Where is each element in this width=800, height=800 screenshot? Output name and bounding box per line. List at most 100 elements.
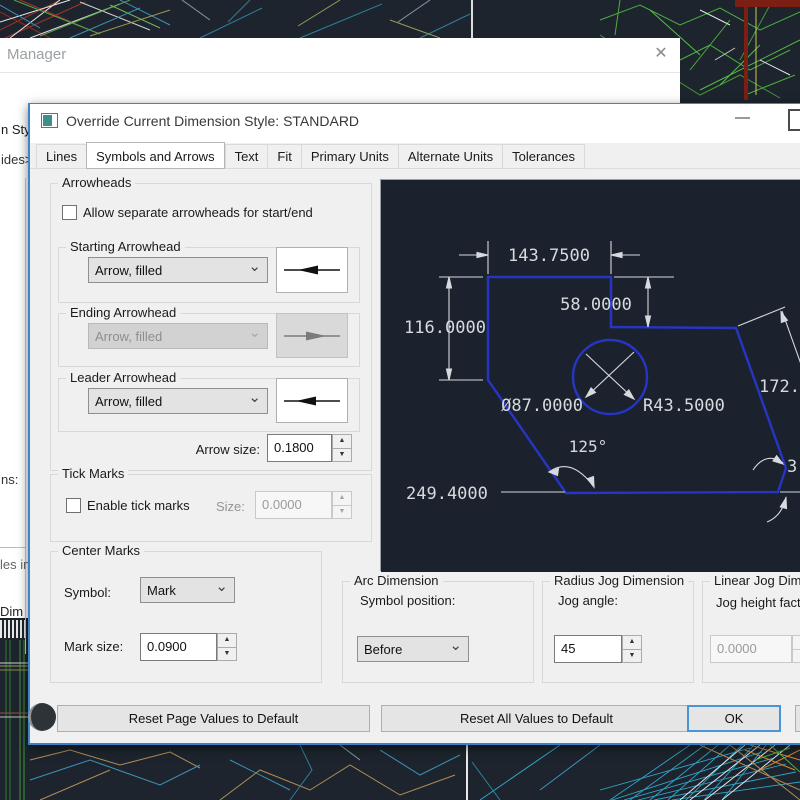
cancel-button-partial[interactable] xyxy=(795,705,800,732)
jog-height-label: Jog height fact xyxy=(716,595,800,610)
arrow-size-label: Arrow size: xyxy=(140,442,260,457)
starting-arrowhead-label: Starting Arrowhead xyxy=(66,239,185,254)
tab-fit[interactable]: Fit xyxy=(267,144,300,169)
leader-arrowhead-preview xyxy=(276,378,348,423)
manager-close-icon[interactable]: ✕ xyxy=(650,43,672,65)
starting-arrowhead-select[interactable]: Arrow, filled ⌄ xyxy=(88,257,268,283)
linear-jog-group-label: Linear Jog Dime xyxy=(710,573,800,588)
spin-down-button[interactable]: ▼ xyxy=(217,648,237,662)
tab-alternate-units[interactable]: Alternate Units xyxy=(398,144,502,169)
manager-title: Manager xyxy=(7,46,66,63)
center-marks-symbol-value: Mark xyxy=(147,583,176,598)
tick-size-label: Size: xyxy=(216,499,245,514)
dimension-preview-pane: 143.7500 116.0000 58.0000 Ø87.0000 R43.5… xyxy=(380,179,800,571)
starting-arrowhead-value: Arrow, filled xyxy=(95,263,162,278)
minimize-dash-icon xyxy=(735,117,750,119)
tick-marks-group-label: Tick Marks xyxy=(58,466,128,481)
manager-fragment-ns: ns: xyxy=(1,472,18,487)
leader-arrowhead-value: Arrow, filled xyxy=(95,394,162,409)
allow-separate-arrowheads-label: Allow separate arrowheads for start/end xyxy=(83,205,313,220)
tick-size-spinner: ▲ ▼ xyxy=(332,491,352,519)
leader-arrowhead-label: Leader Arrowhead xyxy=(66,370,180,385)
jog-angle-spinner: ▲ ▼ xyxy=(622,635,642,663)
spin-up-button[interactable]: ▲ xyxy=(622,635,642,650)
jog-angle-input[interactable]: 45 xyxy=(554,635,622,663)
autocad-screen: Manager ✕ n Style: STANDARD ides> ns: le… xyxy=(0,0,800,800)
leader-arrowhead-select[interactable]: Arrow, filled ⌄ xyxy=(88,388,268,414)
mark-size-input[interactable]: 0.0900 xyxy=(140,633,217,661)
spin-up-button[interactable]: ▲ xyxy=(217,633,237,648)
radius-jog-group-label: Radius Jog Dimension xyxy=(550,573,688,588)
spin-down-button[interactable]: ▼ xyxy=(332,449,352,463)
ending-arrowhead-label: Ending Arrowhead xyxy=(66,305,180,320)
dim-width-text: 143.7500 xyxy=(508,246,590,266)
dialog-title: Override Current Dimension Style: STANDA… xyxy=(66,113,359,129)
reset-all-values-button[interactable]: Reset All Values to Default xyxy=(381,705,692,732)
arrow-size-spinner: ▲ ▼ xyxy=(332,434,352,462)
allow-separate-arrowheads-checkbox[interactable] xyxy=(62,205,77,220)
symbol-position-select[interactable]: Before ⌄ xyxy=(357,636,469,662)
dim-radius-text: R43.5000 xyxy=(643,396,725,416)
enable-tick-marks-checkbox[interactable] xyxy=(66,498,81,513)
chevron-down-icon: ⌄ xyxy=(449,641,462,651)
spin-up-button[interactable]: ▲ xyxy=(332,434,352,449)
center-marks-group-label: Center Marks xyxy=(58,543,144,558)
symbol-position-label: Symbol position: xyxy=(360,593,455,608)
mark-size-spinner: ▲ ▼ xyxy=(217,633,237,661)
jog-height-input: 0.0000 xyxy=(710,635,792,663)
reset-page-values-button[interactable]: Reset Page Values to Default xyxy=(57,705,370,732)
dim-angle-text: 125° xyxy=(569,437,608,456)
manager-fragment-dim: Dim xyxy=(0,604,23,619)
arrow-filled-left-icon xyxy=(280,256,344,284)
arrow-filled-right-icon xyxy=(280,322,344,350)
starting-arrowhead-preview xyxy=(276,247,348,293)
chevron-down-icon: ⌄ xyxy=(215,582,228,592)
dim-bottom-text: 249.4000 xyxy=(406,484,488,504)
spin-up-button: ▲ xyxy=(792,635,800,650)
spin-down-button: ▼ xyxy=(792,650,800,664)
manager-fragment-les-in: les in xyxy=(0,557,30,572)
window-button-partial[interactable] xyxy=(788,109,800,131)
tick-size-input: 0.0000 xyxy=(255,491,332,519)
center-marks-symbol-select[interactable]: Mark ⌄ xyxy=(140,577,235,603)
dim-diameter-text: Ø87.0000 xyxy=(501,396,583,416)
chevron-down-icon: ⌄ xyxy=(248,262,261,272)
override-dimension-style-dialog: Override Current Dimension Style: STANDA… xyxy=(28,103,800,745)
tab-primary-units[interactable]: Primary Units xyxy=(301,144,398,169)
manager-panel-divider xyxy=(25,178,26,654)
chevron-down-icon: ⌄ xyxy=(248,393,261,403)
center-marks-symbol-label: Symbol: xyxy=(64,585,111,600)
dialog-icon xyxy=(41,113,58,128)
spin-down-button: ▼ xyxy=(332,506,352,520)
dim-aligned-text: 172.2 xyxy=(759,377,800,397)
ok-button[interactable]: OK xyxy=(687,705,781,732)
jog-angle-label: Jog angle: xyxy=(558,593,618,608)
dark-sphere-artifact xyxy=(28,703,56,731)
dialog-icon-fill xyxy=(43,115,52,126)
tab-lines[interactable]: Lines xyxy=(36,144,86,169)
manager-horizontal-divider xyxy=(0,547,26,548)
dialog-titlebar[interactable]: Override Current Dimension Style: STANDA… xyxy=(30,104,800,143)
tab-symbols-and-arrows[interactable]: Symbols and Arrows xyxy=(86,142,225,169)
mark-size-label: Mark size: xyxy=(64,639,123,654)
tab-bar: Lines Symbols and Arrows Text Fit Primar… xyxy=(36,145,585,169)
tab-tolerances[interactable]: Tolerances xyxy=(502,144,585,169)
enable-tick-marks-label: Enable tick marks xyxy=(87,498,190,513)
arrow-filled-left-icon xyxy=(280,387,344,415)
dim-left-height-text: 116.0000 xyxy=(404,318,486,338)
manager-titlebar[interactable]: Manager ✕ xyxy=(0,38,680,73)
arrow-size-input[interactable]: 0.1800 xyxy=(267,434,332,462)
tab-text[interactable]: Text xyxy=(225,144,268,169)
jog-height-spinner: ▲ ▼ xyxy=(792,635,800,663)
dimension-preview-drawing: 143.7500 116.0000 58.0000 Ø87.0000 R43.5… xyxy=(381,180,800,572)
arrowheads-group-label: Arrowheads xyxy=(58,175,135,190)
dim-angle2-text: 3 xyxy=(787,457,797,477)
ending-arrowhead-select: Arrow, filled ⌄ xyxy=(88,323,268,349)
symbol-position-value: Before xyxy=(364,642,402,657)
ending-arrowhead-value: Arrow, filled xyxy=(95,329,162,344)
center-marks-group xyxy=(50,551,322,683)
chevron-down-icon: ⌄ xyxy=(248,328,261,338)
arc-dimension-group-label: Arc Dimension xyxy=(350,573,443,588)
dim-step-text: 58.0000 xyxy=(560,295,632,315)
spin-down-button[interactable]: ▼ xyxy=(622,650,642,664)
